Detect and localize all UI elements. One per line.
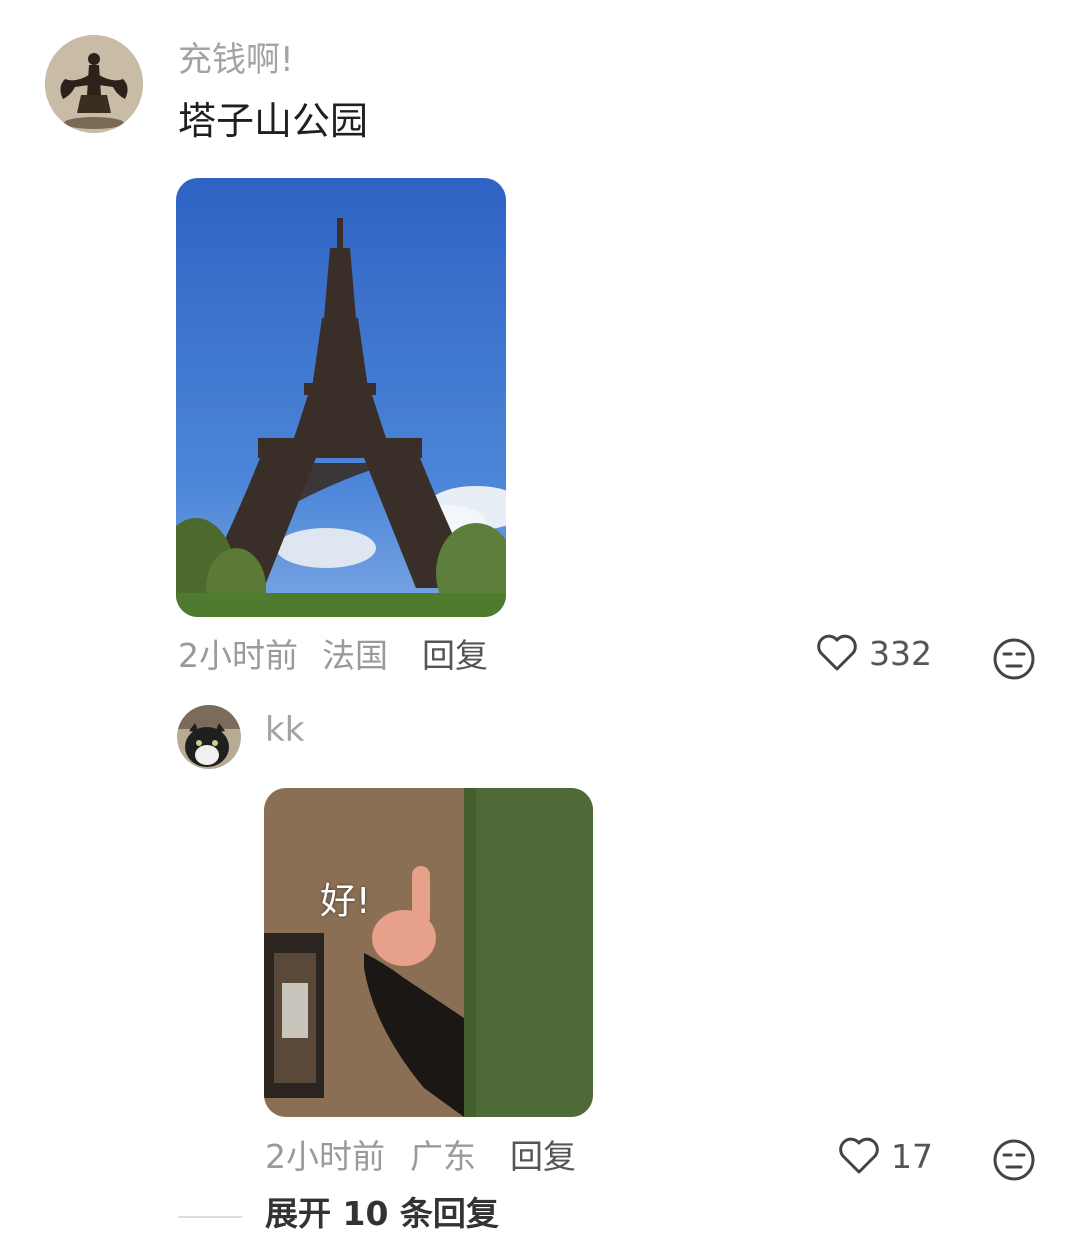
cat-avatar-image xyxy=(177,705,241,769)
commenter-avatar[interactable] xyxy=(45,35,143,133)
eiffel-tower-photo[interactable] xyxy=(176,178,506,617)
commenter-username[interactable]: 充钱啊! xyxy=(178,40,294,80)
expand-divider xyxy=(178,1216,242,1218)
heart-outline-icon xyxy=(837,1135,881,1179)
reply-avatar[interactable] xyxy=(177,705,241,769)
reply-like-count: 17 xyxy=(891,1137,933,1176)
reply-location: 广东 xyxy=(410,1137,476,1176)
heart-outline-icon xyxy=(815,632,859,676)
reply-username[interactable]: kk xyxy=(265,710,304,750)
comment-time: 2小时前 xyxy=(178,636,298,675)
thumbs-up-sticker[interactable]: 好! xyxy=(264,788,593,1117)
meh-face-icon xyxy=(992,1139,1036,1186)
comment-text: 塔子山公园 xyxy=(178,99,369,143)
reply-time: 2小时前 xyxy=(265,1137,385,1176)
reply-meh-button[interactable] xyxy=(992,1138,1036,1186)
comment-reply-button[interactable]: 回复 xyxy=(422,636,488,676)
reply-reply-button[interactable]: 回复 xyxy=(510,1137,576,1177)
sticker-caption: 好! xyxy=(320,881,371,922)
comment-like-button[interactable]: 332 xyxy=(815,632,932,676)
reply-like-button[interactable]: 17 xyxy=(837,1135,933,1179)
comment-location: 法国 xyxy=(322,636,388,675)
comment-meh-button[interactable] xyxy=(992,637,1036,685)
expand-replies-button[interactable]: 展开 10 条回复 xyxy=(265,1194,499,1234)
comment-like-count: 332 xyxy=(869,634,932,673)
meh-face-icon xyxy=(992,638,1036,685)
statue-avatar-image xyxy=(45,35,143,133)
